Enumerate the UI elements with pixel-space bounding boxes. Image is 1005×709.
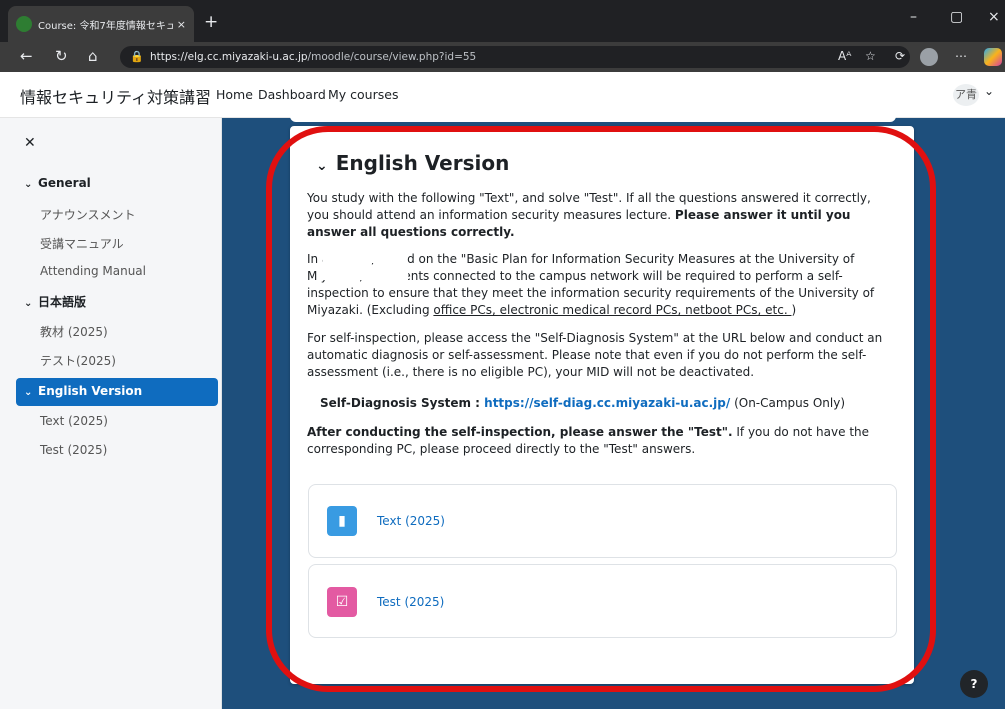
activity-card-test[interactable]: ☑ Test (2025) xyxy=(308,564,897,638)
browser-tab[interactable]: Course: 令和7年度情報セキュリティ対策講習 × xyxy=(8,6,194,42)
tab-close-icon[interactable]: × xyxy=(177,18,186,31)
new-tab-button[interactable]: + xyxy=(204,12,218,32)
nav-my-courses[interactable]: My courses xyxy=(328,87,398,102)
drawer-item-text-en[interactable]: Text (2025) xyxy=(40,414,108,428)
read-aloud-icon[interactable]: Aᴬ xyxy=(838,49,851,63)
user-menu-chevron-icon[interactable]: ⌄ xyxy=(984,84,994,98)
section-title-text: English Version xyxy=(335,151,510,175)
quiz-icon: ☑ xyxy=(327,587,357,617)
user-avatar[interactable]: ア青 xyxy=(953,84,979,106)
browser-profile-avatar[interactable] xyxy=(920,48,938,66)
page-icon: ▮ xyxy=(327,506,357,536)
lock-icon: 🔒 xyxy=(130,50,144,63)
site-favicon-icon xyxy=(16,16,32,32)
excluded-pcs-text: office PCs, electronic medical record PC… xyxy=(433,303,792,317)
self-diagnosis-label: Self-Diagnosis System : xyxy=(320,396,485,410)
tab-title: Course: 令和7年度情報セキュリティ対策講習 xyxy=(38,20,173,32)
drawer-item-test-jp[interactable]: テスト(2025) xyxy=(40,352,116,369)
browser-toolbar: ← ↻ ⌂ 🔒 https://elg.cc.miyazaki-u.ac.jp/… xyxy=(0,42,1005,72)
help-button[interactable]: ? xyxy=(960,670,988,698)
plan-text-end: ) xyxy=(791,303,797,317)
after-inspection-paragraph: After conducting the self-inspection, pl… xyxy=(307,424,895,458)
drawer-item-text-jp[interactable]: 教材 (2025) xyxy=(40,323,108,340)
chevron-down-icon: ⌄ xyxy=(24,179,33,190)
self-diagnosis-link[interactable]: https://self-diag.cc.miyazaki-u.ac.jp/ xyxy=(484,396,730,410)
reload-icon[interactable]: ↻ xyxy=(55,47,68,65)
address-bar[interactable]: 🔒 https://elg.cc.miyazaki-u.ac.jp/moodle… xyxy=(120,46,910,68)
minimize-button[interactable]: – xyxy=(910,9,917,25)
section-japanese-label: 日本語版 xyxy=(38,295,87,309)
drawer-item-announcements[interactable]: アナウンスメント xyxy=(40,206,136,223)
close-drawer-icon[interactable]: ✕ xyxy=(24,135,36,151)
course-index-drawer: ✕ ⌄ General アナウンスメント 受講マニュアル Attending Ma… xyxy=(0,118,222,709)
home-icon[interactable]: ⌂ xyxy=(88,47,98,65)
redaction-block xyxy=(318,266,408,280)
site-name[interactable]: 情報セキュリティ対策講習 xyxy=(20,84,211,108)
nav-dashboard[interactable]: Dashboard xyxy=(258,87,326,102)
chevron-down-icon: ⌄ xyxy=(24,387,33,398)
section-general[interactable]: ⌄ General xyxy=(24,176,91,190)
favorite-star-icon[interactable]: ☆ xyxy=(865,49,876,63)
browser-tab-strip: Course: 令和7年度情報セキュリティ対策講習 × + – ▢ × xyxy=(0,0,1005,42)
section-title[interactable]: ⌄ English Version xyxy=(316,151,509,175)
self-diagnosis-line: Self-Diagnosis System : https://self-dia… xyxy=(320,395,890,412)
activity-link-test[interactable]: Test (2025) xyxy=(377,595,444,609)
more-icon[interactable]: ⋯ xyxy=(955,49,967,63)
maximize-button[interactable]: ▢ xyxy=(950,9,963,25)
activity-link-text[interactable]: Text (2025) xyxy=(377,514,445,528)
intro-paragraph: You study with the following "Text", and… xyxy=(307,190,895,241)
url-host: https://elg.cc.miyazaki-u.ac.jp xyxy=(150,51,308,63)
section-english-version[interactable]: ⌄ English Version xyxy=(16,378,218,406)
close-window-button[interactable]: × xyxy=(988,9,1000,25)
back-icon[interactable]: ← xyxy=(20,47,33,65)
section-english-label: English Version xyxy=(38,384,143,398)
on-campus-note: (On-Campus Only) xyxy=(730,396,846,410)
previous-section-card xyxy=(290,104,896,122)
chevron-down-icon: ⌄ xyxy=(24,298,33,309)
extensions-icon[interactable]: ⟳ xyxy=(895,49,905,63)
copilot-icon[interactable] xyxy=(984,48,1002,66)
activity-card-text[interactable]: ▮ Text (2025) xyxy=(308,484,897,558)
drawer-item-attending-manual[interactable]: Attending Manual xyxy=(40,264,146,278)
self-inspection-paragraph: For self-inspection, please access the "… xyxy=(307,331,883,379)
drawer-item-test-en[interactable]: Test (2025) xyxy=(40,443,107,457)
url-path: /moodle/course/view.php?id=55 xyxy=(307,51,477,63)
drawer-item-manual-jp[interactable]: 受講マニュアル xyxy=(40,235,124,252)
after-inspection-bold: After conducting the self-inspection, pl… xyxy=(307,425,733,439)
nav-home[interactable]: Home xyxy=(216,87,253,102)
section-japanese[interactable]: ⌄ 日本語版 xyxy=(24,293,86,310)
section-general-label: General xyxy=(38,176,91,190)
redaction-block xyxy=(323,250,407,263)
chevron-down-icon: ⌄ xyxy=(316,158,328,174)
